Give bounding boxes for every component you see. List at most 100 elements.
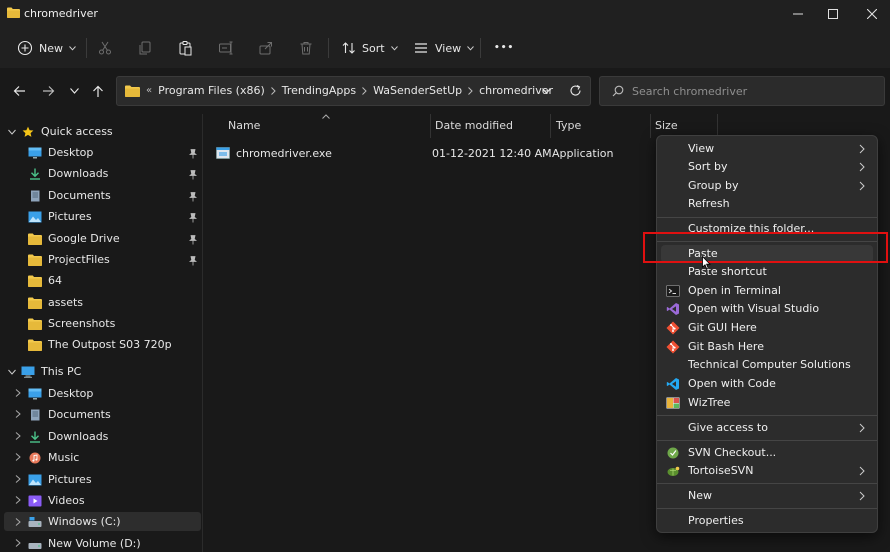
- chevron-right-icon[interactable]: [13, 474, 23, 484]
- sidebar-item-label: Pictures: [48, 210, 92, 223]
- menu-item-view[interactable]: View: [661, 140, 873, 158]
- crumb-trendingapps[interactable]: TrendingApps: [282, 84, 356, 97]
- new-button[interactable]: New: [17, 36, 76, 60]
- menu-item-label: TortoiseSVN: [688, 464, 754, 477]
- sidebar-item-the-outpost[interactable]: The Outpost S03 720p: [28, 334, 172, 355]
- up-button[interactable]: [89, 82, 107, 100]
- crumb-program-files[interactable]: Program Files (x86): [158, 84, 265, 97]
- menu-item-tortoisesvn[interactable]: TortoiseSVN: [661, 462, 873, 480]
- crumb-wasendersetup[interactable]: WaSenderSetUp: [373, 84, 462, 97]
- file-type: Application: [552, 146, 614, 160]
- chevron-right-icon[interactable]: [13, 452, 23, 462]
- column-header-type[interactable]: Type: [556, 119, 581, 132]
- download-icon: [30, 168, 40, 180]
- column-divider[interactable]: [650, 114, 651, 138]
- menu-item-refresh[interactable]: Refresh: [661, 195, 873, 213]
- sidebar-item-google-drive[interactable]: Google Drive: [28, 228, 120, 249]
- minimize-button[interactable]: [778, 0, 818, 28]
- back-button[interactable]: [10, 82, 28, 100]
- column-header-name[interactable]: Name: [228, 119, 260, 132]
- sidebar-item-label: 64: [48, 274, 62, 287]
- chevron-right-icon[interactable]: [13, 431, 23, 441]
- menu-item-group-by[interactable]: Group by: [661, 177, 873, 195]
- sidebar-item-64[interactable]: 64: [28, 270, 62, 291]
- chevron-down-icon[interactable]: [7, 127, 17, 137]
- share-button[interactable]: [258, 36, 274, 60]
- close-button[interactable]: [852, 0, 890, 28]
- menu-item-sort-by[interactable]: Sort by: [661, 158, 873, 176]
- sidebar-item-assets[interactable]: assets: [28, 292, 83, 313]
- pin-icon: [189, 256, 197, 266]
- menu-item-open-with-code[interactable]: Open with Code: [661, 375, 873, 393]
- search-input[interactable]: [632, 83, 872, 99]
- refresh-icon[interactable]: [569, 84, 582, 97]
- sidebar-item-downloads[interactable]: Downloads: [28, 163, 108, 184]
- search-box[interactable]: [599, 76, 885, 106]
- sidebar-item-projectfiles[interactable]: ProjectFiles: [28, 249, 110, 270]
- sidebar-item-screenshots[interactable]: Screenshots: [28, 313, 115, 334]
- rename-button[interactable]: [218, 36, 234, 60]
- sidebar-item-pc-desktop[interactable]: Desktop: [28, 383, 93, 404]
- view-button[interactable]: View: [413, 36, 474, 60]
- menu-item-paste-shortcut[interactable]: Paste shortcut: [661, 263, 873, 281]
- sidebar-item-new-volume-d[interactable]: New Volume (D:): [28, 533, 141, 552]
- clipboard-icon: [179, 41, 192, 56]
- menu-item-git-gui[interactable]: Git GUI Here: [661, 319, 873, 337]
- menu-item-open-in-terminal[interactable]: Open in Terminal: [661, 282, 873, 300]
- column-header-size[interactable]: Size: [655, 119, 678, 132]
- delete-button[interactable]: [298, 36, 314, 60]
- sort-button[interactable]: Sort: [341, 36, 398, 60]
- menu-item-give-access-to[interactable]: Give access to: [661, 419, 873, 437]
- menu-item-new[interactable]: New: [661, 487, 873, 505]
- sidebar-this-pc[interactable]: This PC: [21, 361, 81, 382]
- menu-item-technical-computer-solutions[interactable]: Technical Computer Solutions: [661, 356, 873, 374]
- chevron-right-icon[interactable]: [13, 495, 23, 505]
- sort-label: Sort: [362, 41, 385, 55]
- folder-icon: [28, 318, 42, 330]
- pin-icon: [189, 192, 197, 202]
- sidebar-item-documents[interactable]: Documents: [28, 185, 111, 206]
- recent-locations-button[interactable]: [65, 82, 83, 100]
- menu-item-open-visual-studio[interactable]: Open with Visual Studio: [661, 300, 873, 318]
- address-bar[interactable]: « Program Files (x86) TrendingApps WaSen…: [116, 76, 591, 106]
- column-header-date[interactable]: Date modified: [435, 119, 513, 132]
- menu-item-git-bash[interactable]: Git Bash Here: [661, 338, 873, 356]
- file-name: chromedriver.exe: [236, 146, 332, 160]
- sidebar-item-pc-pictures[interactable]: Pictures: [28, 469, 92, 490]
- sidebar-quick-access[interactable]: Quick access: [21, 121, 113, 142]
- chevron-right-icon[interactable]: [13, 409, 23, 419]
- file-date: 01-12-2021 12:40 AM: [432, 146, 552, 160]
- menu-item-wiztree[interactable]: WizTree: [661, 394, 873, 412]
- column-divider[interactable]: [550, 114, 551, 138]
- chevron-right-icon[interactable]: [13, 388, 23, 398]
- column-divider[interactable]: [430, 114, 431, 138]
- chevron-down-icon[interactable]: [7, 367, 17, 377]
- sidebar-item-pc-documents[interactable]: Documents: [28, 404, 111, 425]
- sidebar-item-pictures[interactable]: Pictures: [28, 206, 92, 227]
- sidebar-item-label: Downloads: [48, 167, 109, 180]
- chevron-right-icon[interactable]: [13, 517, 23, 527]
- arrow-right-icon: [42, 86, 54, 96]
- copy-button[interactable]: [137, 36, 153, 60]
- sidebar-item-pc-downloads[interactable]: Downloads: [28, 426, 108, 447]
- chevron-down-icon: [69, 88, 79, 94]
- chevron-right-icon[interactable]: [13, 538, 23, 548]
- download-icon: [30, 431, 40, 443]
- more-options-button[interactable]: •••: [494, 36, 514, 60]
- folder-icon: [28, 339, 42, 351]
- overflow-crumb[interactable]: «: [146, 85, 152, 96]
- chevron-down-icon[interactable]: [542, 88, 551, 94]
- table-row[interactable]: chromedriver.exe 01-12-2021 12:40 AM App…: [216, 142, 613, 164]
- cut-button[interactable]: [97, 36, 113, 60]
- chevron-right-icon: [859, 144, 865, 154]
- sidebar-item-windows-c[interactable]: Windows (C:): [28, 511, 121, 532]
- rename-icon: [219, 41, 233, 55]
- sidebar-item-desktop[interactable]: Desktop: [28, 142, 93, 163]
- paste-button[interactable]: [177, 36, 193, 60]
- forward-button[interactable]: [39, 82, 57, 100]
- menu-item-properties[interactable]: Properties: [661, 512, 873, 530]
- menu-item-svn-checkout[interactable]: SVN Checkout...: [661, 444, 873, 462]
- maximize-button[interactable]: [813, 0, 853, 28]
- sidebar-item-pc-music[interactable]: Music: [28, 447, 79, 468]
- sidebar-item-pc-videos[interactable]: Videos: [28, 490, 85, 511]
